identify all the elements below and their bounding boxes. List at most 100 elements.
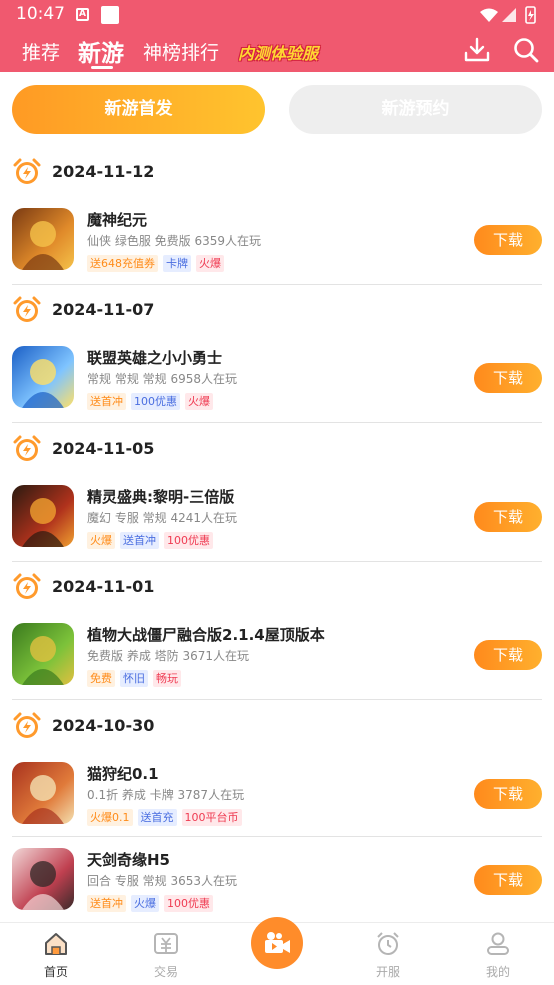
game-tag: 火爆 bbox=[87, 532, 115, 549]
game-tag: 火爆 bbox=[131, 895, 159, 912]
game-tag: 100平台币 bbox=[181, 809, 242, 826]
divider bbox=[12, 284, 542, 285]
game-thumbnail[interactable] bbox=[12, 208, 74, 270]
download-button[interactable]: 下载 bbox=[474, 779, 542, 809]
video-camera-icon bbox=[265, 932, 290, 953]
alarm-clock-icon bbox=[13, 573, 41, 599]
date-header: 2024-11-07 bbox=[0, 288, 554, 332]
game-tag: 送首充 bbox=[137, 809, 177, 826]
release-date: 2024-11-07 bbox=[52, 300, 155, 319]
game-thumbnail[interactable] bbox=[12, 848, 74, 910]
game-tags: 火爆0.1 送首充 100平台币 bbox=[87, 806, 247, 826]
game-tag: 100优惠 bbox=[164, 532, 213, 549]
top-bar: 10:47 A 推荐 新游 神榜排行 内测体验服 bbox=[0, 0, 554, 72]
bottom-tab-trade[interactable]: 交易 bbox=[126, 923, 206, 985]
divider bbox=[12, 836, 542, 837]
game-tags: 送首冲 100优惠 火爆 bbox=[87, 390, 218, 410]
download-icon[interactable] bbox=[463, 36, 491, 64]
game-tag: 100优惠 bbox=[164, 895, 213, 912]
game-tag: 怀旧 bbox=[120, 670, 148, 687]
divider bbox=[12, 422, 542, 423]
bottom-tab-bar: 首页 交易 开服 我的 bbox=[0, 917, 554, 985]
tab-ranking[interactable]: 神榜排行 bbox=[143, 38, 219, 65]
game-title[interactable]: 天剑奇缘H5 bbox=[87, 849, 170, 870]
download-button[interactable]: 下载 bbox=[474, 502, 542, 532]
game-tag: 火爆 bbox=[185, 393, 213, 410]
game-tag: 送648充值券 bbox=[87, 255, 158, 272]
bottom-tab-label: 首页 bbox=[43, 965, 68, 979]
game-tag: 100优惠 bbox=[131, 393, 180, 410]
game-tag: 送首冲 bbox=[120, 532, 159, 549]
download-button[interactable]: 下载 bbox=[474, 225, 542, 255]
bottom-tab-home[interactable]: 首页 bbox=[16, 923, 96, 985]
game-tag: 卡牌 bbox=[163, 255, 191, 272]
game-tags: 免费 怀旧 畅玩 bbox=[87, 667, 186, 687]
game-meta: 仙侠 绿色服 免费版 6359人在玩 bbox=[87, 234, 261, 248]
tab-beta-server[interactable]: 内测体验服 bbox=[238, 40, 318, 64]
status-time: 10:47 bbox=[16, 4, 65, 24]
user-icon bbox=[487, 932, 509, 955]
game-thumbnail[interactable] bbox=[12, 346, 74, 408]
game-tag: 火爆 bbox=[196, 255, 224, 272]
date-header: 2024-11-05 bbox=[0, 427, 554, 471]
divider bbox=[12, 561, 542, 562]
active-tab-indicator bbox=[91, 66, 113, 69]
game-tag: 免费 bbox=[87, 670, 115, 687]
alarm-clock-icon bbox=[13, 712, 41, 738]
game-item[interactable]: 联盟英雄之小小勇士常规 常规 常规 6958人在玩 送首冲 100优惠 火爆 下载 bbox=[0, 334, 554, 420]
trade-icon bbox=[154, 933, 178, 954]
game-thumbnail[interactable] bbox=[12, 485, 74, 547]
notification-a-icon: A bbox=[76, 8, 89, 21]
home-icon bbox=[45, 933, 67, 955]
game-thumbnail[interactable] bbox=[12, 623, 74, 685]
game-tags: 送648充值券 卡牌 火爆 bbox=[87, 252, 229, 272]
game-tag: 火爆0.1 bbox=[87, 809, 133, 826]
game-item[interactable]: 猫狩纪0.1 0.1折 养成 卡牌 3787人在玩 火爆0.1 送首充 100平台币 下载 bbox=[0, 750, 554, 836]
tab-recommend[interactable]: 推荐 bbox=[22, 38, 60, 65]
game-tag: 送首冲 bbox=[87, 393, 126, 410]
download-button[interactable]: 下载 bbox=[474, 363, 542, 393]
bottom-tab-video[interactable] bbox=[251, 917, 303, 969]
bottom-tab-label: 开服 bbox=[375, 965, 400, 979]
game-meta: 0.1折 养成 卡牌 3787人在玩 bbox=[87, 788, 245, 802]
status-bar: 10:47 A bbox=[0, 0, 554, 30]
bottom-tab-mine[interactable]: 我的 bbox=[458, 923, 538, 985]
game-item[interactable]: 魔神纪元 仙侠 绿色服 免费版 6359人在玩 送648充值券 卡牌 火爆 下载 bbox=[0, 196, 554, 282]
release-date: 2024-10-30 bbox=[52, 716, 155, 735]
download-button[interactable]: 下载 bbox=[474, 640, 542, 670]
game-tag: 送首冲 bbox=[87, 895, 126, 912]
bottom-tab-label: 我的 bbox=[485, 965, 510, 979]
bottom-tab-open-server[interactable]: 开服 bbox=[348, 923, 428, 985]
tab-new-games[interactable]: 新游 bbox=[78, 34, 124, 68]
game-thumbnail[interactable] bbox=[12, 762, 74, 824]
game-title[interactable]: 联盟英雄之小小勇士 bbox=[87, 347, 222, 368]
game-item[interactable]: 天剑奇缘H5 回合 专服 常规 3653人在玩 送首冲 火爆 100优惠 下载 bbox=[0, 836, 554, 922]
segment-new-release[interactable]: 新游首发 bbox=[12, 85, 265, 134]
game-meta: 常规 常规 常规 6958人在玩 bbox=[87, 372, 237, 386]
game-item[interactable]: 精灵盛典:黎明-三倍版魔幻 专服 常规 4241人在玩 火爆 送首冲 100优惠 下载 bbox=[0, 473, 554, 559]
game-title[interactable]: 植物大战僵尸融合版2.1.4屋顶版本 bbox=[87, 624, 325, 645]
divider bbox=[12, 699, 542, 700]
top-nav: 推荐 新游 神榜排行 内测体验服 bbox=[0, 34, 554, 72]
alarm-clock-icon bbox=[377, 932, 399, 955]
release-date: 2024-11-12 bbox=[52, 162, 155, 181]
system-status-icons bbox=[480, 6, 536, 24]
bottom-tab-label: 交易 bbox=[153, 965, 178, 979]
game-title[interactable]: 魔神纪元 bbox=[87, 209, 147, 230]
release-date: 2024-11-01 bbox=[52, 577, 155, 596]
game-meta: 魔幻 专服 常规 4241人在玩 bbox=[87, 511, 237, 525]
alarm-clock-icon bbox=[13, 296, 41, 322]
game-tags: 火爆 送首冲 100优惠 bbox=[87, 529, 218, 549]
game-meta: 免费版 养成 塔防 3671人在玩 bbox=[87, 649, 249, 663]
segment-preorder[interactable]: 新游预约 bbox=[289, 85, 542, 134]
game-title[interactable]: 精灵盛典:黎明-三倍版 bbox=[87, 486, 234, 507]
notification-square-icon bbox=[101, 6, 119, 24]
search-icon[interactable] bbox=[512, 36, 540, 64]
game-meta: 回合 专服 常规 3653人在玩 bbox=[87, 874, 237, 888]
game-title[interactable]: 猫狩纪0.1 bbox=[87, 763, 159, 784]
date-header: 2024-10-30 bbox=[0, 704, 554, 748]
alarm-clock-icon bbox=[13, 158, 41, 184]
release-date: 2024-11-05 bbox=[52, 439, 155, 458]
game-item[interactable]: 植物大战僵尸融合版2.1.4屋顶版本免费版 养成 塔防 3671人在玩免费 怀旧畅… bbox=[0, 611, 554, 697]
download-button[interactable]: 下载 bbox=[474, 865, 542, 895]
